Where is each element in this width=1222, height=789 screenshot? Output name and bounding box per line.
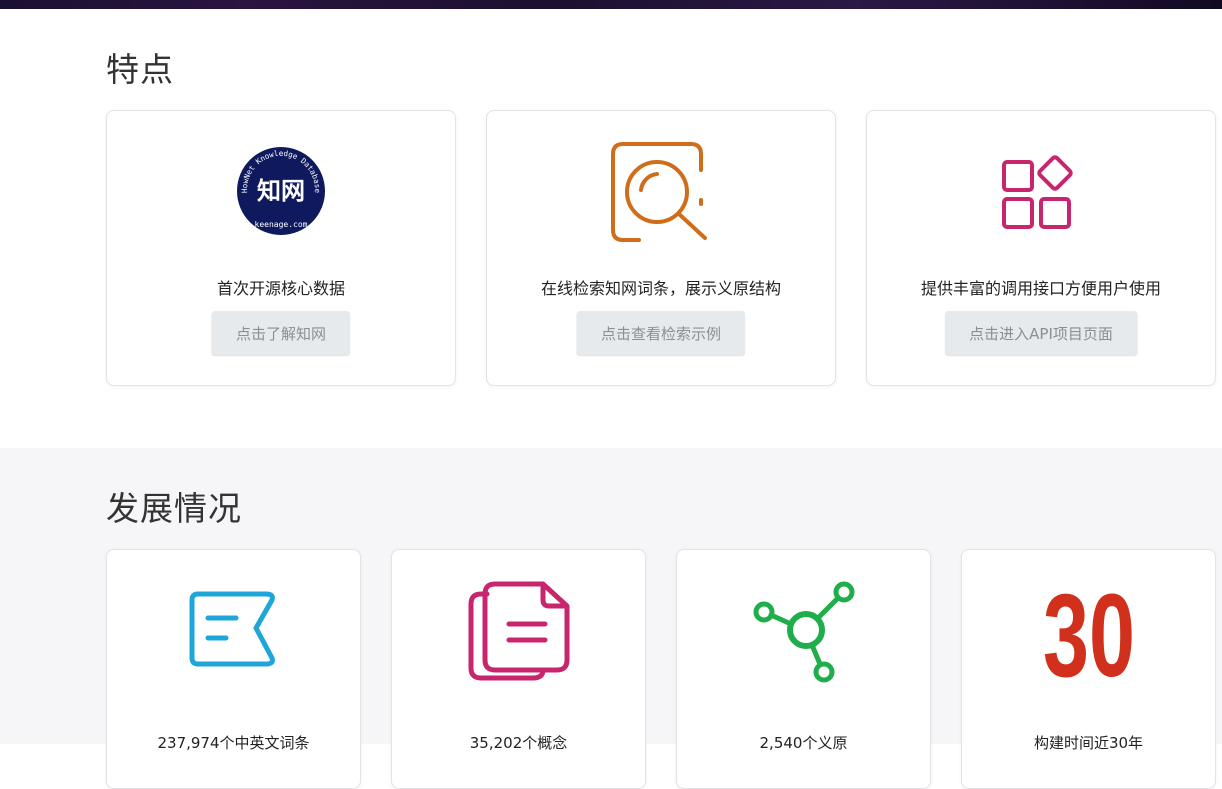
feature-description: 在线检索知网词条，展示义原结构 bbox=[540, 279, 781, 298]
stat-card-entries: 237,974个中英文词条 bbox=[106, 549, 361, 789]
stat-card-sememes: 2,540个义原 bbox=[676, 549, 931, 789]
stat-card-years: 30 构建时间近30年 bbox=[961, 549, 1216, 789]
stat-description: 构建时间近30年 bbox=[1033, 734, 1144, 752]
apps-grid-icon bbox=[1002, 155, 1073, 229]
big-number-text: 30 bbox=[1043, 578, 1135, 682]
zhiwang-logo-icon: HowNet Knowledge Database 知网 keenage.com bbox=[237, 147, 325, 235]
feature-description: 首次开源核心数据 bbox=[216, 279, 345, 298]
header-banner-strip bbox=[0, 0, 1222, 9]
feature-card-api: 提供丰富的调用接口方便用户使用 点击进入API项目页面 bbox=[866, 110, 1216, 386]
progress-title: 发展情况 bbox=[106, 489, 242, 528]
number-30-icon: 30 bbox=[1043, 578, 1135, 682]
feature-description: 提供丰富的调用接口方便用户使用 bbox=[920, 279, 1161, 298]
progress-section: 发展情况 237,974个中英文词条 35,202个概念 2,540个义原 30… bbox=[0, 448, 1222, 789]
enter-api-project-button[interactable]: 点击进入API项目页面 bbox=[945, 311, 1137, 355]
stat-description: 2,540个义原 bbox=[759, 734, 848, 752]
stat-description: 237,974个中英文词条 bbox=[157, 734, 310, 752]
logo-ring-bottom-text: keenage.com bbox=[255, 220, 308, 229]
feature-card-online-search: 在线检索知网词条，展示义原结构 点击查看检索示例 bbox=[486, 110, 836, 386]
view-search-example-button[interactable]: 点击查看检索示例 bbox=[576, 311, 746, 355]
network-nodes-icon bbox=[753, 581, 854, 683]
documents-icon bbox=[468, 581, 569, 681]
logo-main-text: 知网 bbox=[257, 176, 305, 205]
search-magnifier-icon bbox=[611, 142, 707, 242]
stat-card-concepts: 35,202个概念 bbox=[391, 549, 646, 789]
entry-tag-icon bbox=[189, 591, 275, 667]
stat-description: 35,202个概念 bbox=[469, 734, 568, 752]
features-title: 特点 bbox=[106, 50, 174, 89]
feature-card-open-data: HowNet Knowledge Database 知网 keenage.com… bbox=[106, 110, 456, 386]
learn-about-hownet-button[interactable]: 点击了解知网 bbox=[211, 311, 351, 355]
features-section: 特点 HowNet Knowledge Database 知网 keenage.… bbox=[0, 9, 1222, 448]
